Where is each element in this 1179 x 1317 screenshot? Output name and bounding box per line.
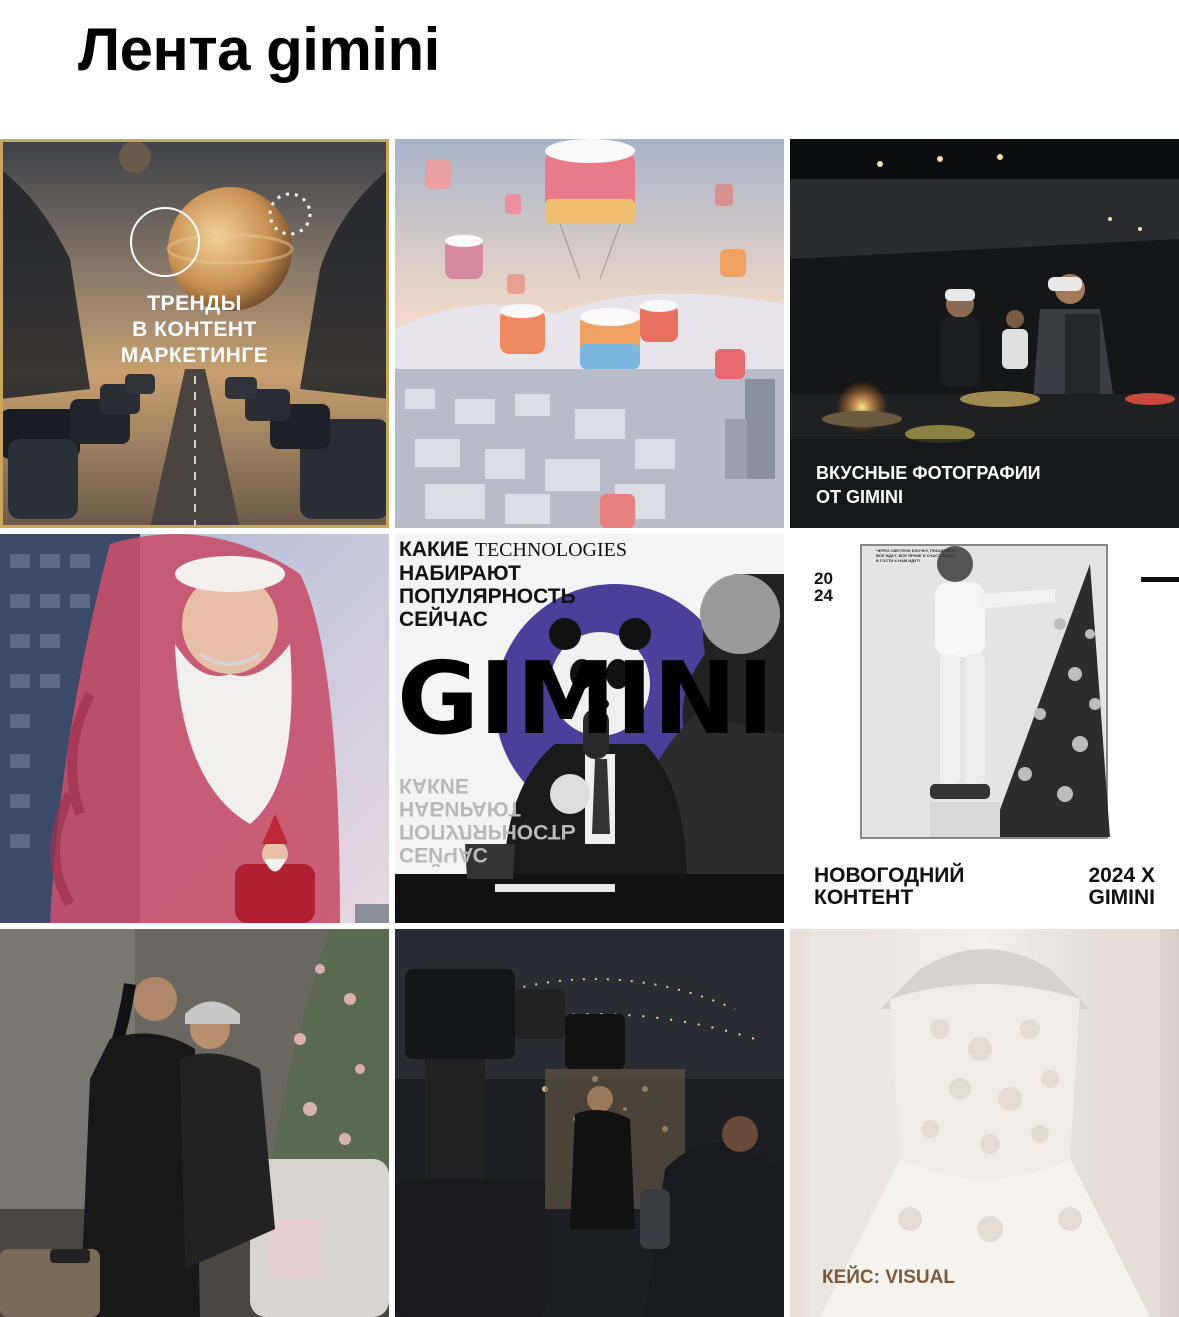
feed-post-behind-scenes[interactable] (0, 929, 389, 1317)
post-caption: КЕЙС: VISUAL (822, 1267, 955, 1288)
post-caption: ТРЕНДЫ В КОНТЕНТ МАРКЕТИНГЕ (120, 292, 269, 367)
post-mirror-caption: СЕЙЧАС ПОПУЛЯРНОСТЬ НАБИРАЮТ КАКИЕ (399, 774, 576, 866)
feed-post-case-visual[interactable]: КЕЙС: VISUAL (790, 929, 1179, 1317)
feed-post-technologies[interactable]: GIMINI КАКИЕ TECHNOLOGIES НАБИРАЮТ ПОПУЛ… (395, 534, 784, 923)
post-image-santa-building (0, 534, 389, 923)
post-caption-part2: TECHNOLOGIES (474, 539, 627, 561)
post-year: 20 24 (814, 569, 833, 605)
post-caption-part1: КАКИЕ (399, 538, 475, 561)
post-caption: ВКУСНЫЕ ФОТОГРАФИИ ОТ GIMINI (816, 463, 1041, 507)
feed-post-kitchen[interactable]: ВКУСНЫЕ ФОТОГРАФИИ ОТ GIMINI (790, 139, 1179, 528)
post-small-text: ЧЕРЕЗ СВЕТЛУЮ ЕЛОЧКУ, ПРАЗДНИКИ ВСЕ ЖДУТ… (876, 548, 956, 563)
feed-grid: ТРЕНДЫ В КОНТЕНТ МАРКЕТИНГЕ ВКУСНЫЕ ФОТО… (0, 139, 1179, 1317)
page-title: Лента gimini (78, 16, 440, 83)
post-image-wedding-dress (790, 929, 1179, 1317)
feed-post-santa[interactable] (0, 534, 389, 923)
post-image-girls-tree (0, 929, 389, 1317)
post-image-balloons-city (395, 139, 784, 528)
feed-post-new-year[interactable]: ЧЕРЕЗ СВЕТЛУЮ ЕЛОЧКУ, ПРАЗДНИКИ ВСЕ ЖДУТ… (790, 534, 1179, 923)
post-caption: КАКИЕ TECHNOLOGIES НАБИРАЮТ ПОПУЛЯРНОСТЬ… (399, 538, 699, 631)
post-caption-right: 2024 X GIMINI (1088, 864, 1155, 909)
post-caption-left: НОВОГОДНИЙ КОНТЕНТ (814, 864, 965, 909)
feed-post-balloons[interactable] (395, 139, 784, 528)
post-logo-text: GIMINI (397, 640, 774, 757)
post-image-film-camera (395, 929, 784, 1317)
decorative-dash (1141, 577, 1179, 582)
feed-post-trends[interactable]: ТРЕНДЫ В КОНТЕНТ МАРКЕТИНГЕ (0, 139, 389, 528)
feed-post-film-set[interactable] (395, 929, 784, 1317)
post-caption-rest: НАБИРАЮТ ПОПУЛЯРНОСТЬ СЕЙЧАС (399, 562, 576, 631)
page-header: Лента gimini (78, 10, 440, 90)
